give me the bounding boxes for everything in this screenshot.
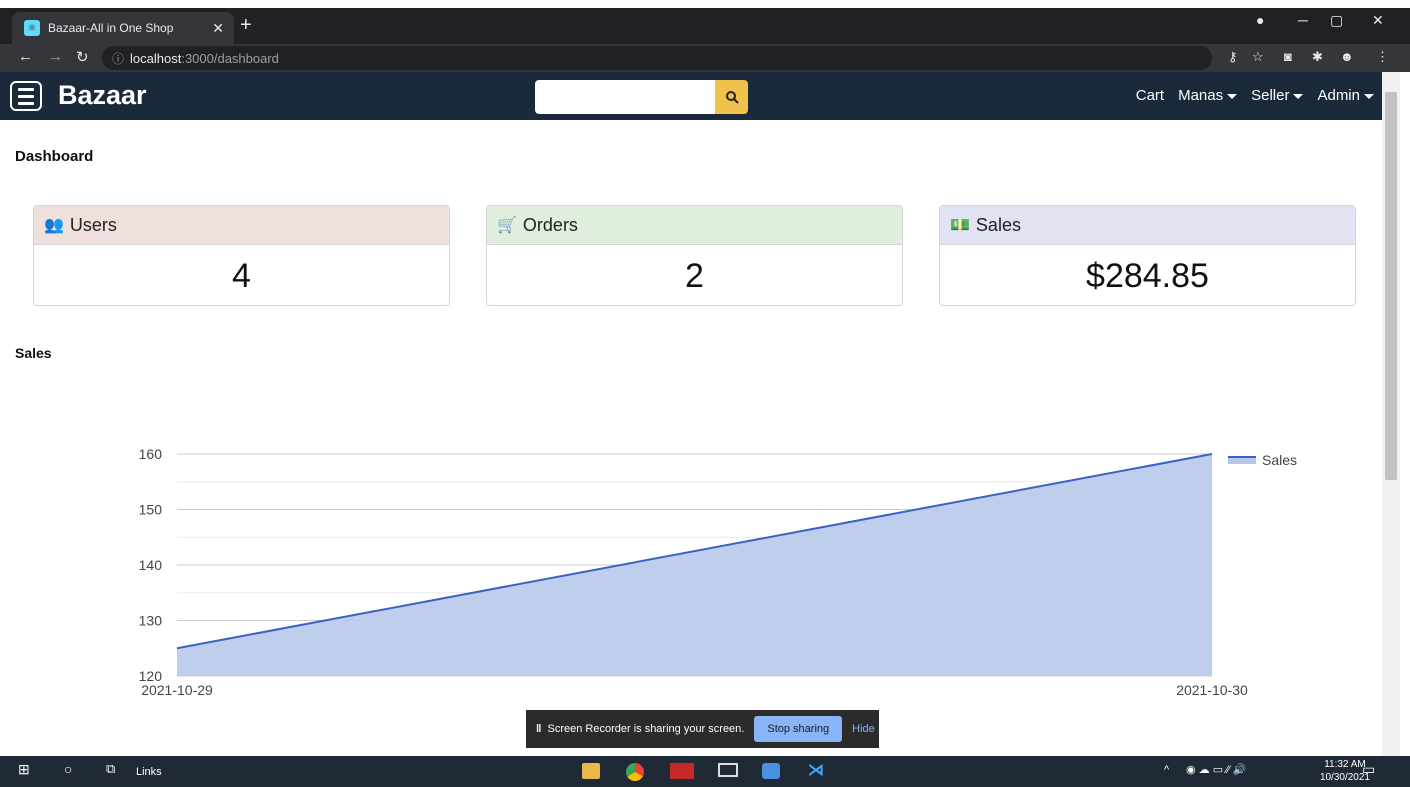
money-bill-icon: 💵: [950, 217, 970, 234]
windows-start-icon[interactable]: ⊞: [18, 761, 30, 778]
forward-icon[interactable]: →: [48, 48, 63, 65]
orders-card-label: Orders: [522, 214, 578, 235]
screen: ⚛ Bazaar-All in One Shop ✕ + ● ─ ▢ ✕ ← →…: [0, 0, 1410, 787]
app-icon[interactable]: [670, 763, 694, 779]
caret-down-icon: [1293, 93, 1304, 99]
nav-cart-link[interactable]: Cart: [1136, 87, 1164, 104]
avatar[interactable]: ☻: [1340, 49, 1354, 64]
hide-button[interactable]: Hide: [852, 723, 875, 735]
nav-admin-dropdown[interactable]: Admin: [1317, 87, 1374, 104]
stop-sharing-button[interactable]: Stop sharing: [754, 716, 843, 742]
url-field[interactable]: ⓘ localhost:3000/dashboard: [102, 46, 1212, 70]
vscode-icon[interactable]: ⋊: [808, 760, 824, 780]
address-bar: ← → ↻ ⓘ localhost:3000/dashboard ⚷ ☆ ◙ ✱…: [0, 44, 1410, 72]
y-tick-label: 160: [139, 446, 163, 462]
search-input[interactable]: [535, 80, 715, 114]
sales-card-label: Sales: [975, 214, 1021, 235]
share-text: Screen Recorder is sharing your screen.: [547, 723, 745, 735]
sales-chart: 1201301401501602021-10-29 2021-10-30Sales: [139, 446, 1297, 698]
brand-logo[interactable]: Bazaar: [58, 80, 147, 111]
caret-down-icon: [1364, 93, 1374, 99]
sales-section-title: Sales: [15, 345, 52, 361]
pause-icon: ‖: [536, 723, 542, 735]
nav-seller-dropdown[interactable]: Seller: [1251, 87, 1304, 104]
puzzle-icon[interactable]: ✱: [1312, 49, 1323, 65]
nav-seller-label: Seller: [1251, 87, 1290, 104]
key-icon[interactable]: ⚷: [1228, 49, 1238, 65]
tray-chevron-icon[interactable]: ^: [1164, 764, 1169, 776]
file-explorer-icon[interactable]: [582, 763, 600, 779]
url-path: :3000/dashboard: [181, 50, 279, 66]
scrollbar-thumb[interactable]: [1385, 92, 1397, 480]
url-host: localhost: [130, 50, 182, 66]
maximize-icon[interactable]: ▢: [1330, 12, 1343, 29]
windows-taskbar: ⊞ ○ ⧉ Links ⋊ ^ ◉ ☁ ▭ ⁄⁄ 🔊 11:32 AM 10/3…: [0, 756, 1410, 787]
y-tick-label: 140: [139, 557, 163, 573]
users-count: 4: [232, 257, 251, 295]
legend-label: Sales: [1262, 452, 1297, 468]
screen-share-notice: ‖ Screen Recorder is sharing your screen…: [526, 710, 879, 748]
links-toolbar[interactable]: Links: [136, 766, 162, 778]
shopping-cart-icon: 🛒: [497, 217, 517, 234]
sales-card-header: 💵 Sales: [940, 206, 1355, 245]
bookmark-star-icon[interactable]: ☆: [1252, 49, 1264, 65]
page-title: Dashboard: [15, 148, 94, 165]
close-window-icon[interactable]: ✕: [1372, 12, 1384, 29]
app-navbar: Bazaar Cart Manas Seller Admin: [0, 72, 1382, 120]
page-scrollbar[interactable]: [1382, 72, 1400, 756]
more-menu-icon[interactable]: ⋮: [1376, 49, 1389, 65]
close-tab-icon[interactable]: ✕: [212, 20, 224, 37]
y-tick-label: 150: [139, 502, 163, 518]
x-tick-label: 2021-10-30: [1176, 682, 1248, 698]
extension-icon[interactable]: ◙: [1284, 49, 1292, 64]
users-card-label: Users: [69, 214, 117, 235]
chrome-icon[interactable]: [626, 763, 644, 781]
info-icon: ⓘ: [112, 51, 125, 66]
task-view-icon[interactable]: ⧉: [106, 761, 115, 777]
nav-links: Cart Manas Seller Admin: [1136, 87, 1374, 104]
browser-tab[interactable]: ⚛ Bazaar-All in One Shop ✕: [12, 12, 234, 44]
tab-title: Bazaar-All in One Shop: [48, 21, 174, 35]
orders-card: 🛒 Orders 2: [486, 205, 903, 306]
sales-total: $284.85: [1086, 257, 1209, 295]
users-card: 👥 Users 4: [33, 205, 450, 306]
sales-card: 💵 Sales $284.85: [939, 205, 1356, 306]
profile-dropdown-icon[interactable]: ●: [1256, 12, 1264, 28]
search-button[interactable]: [715, 80, 748, 114]
y-tick-label: 130: [139, 613, 163, 629]
search-icon: [725, 91, 739, 104]
orders-card-header: 🛒 Orders: [487, 206, 902, 245]
notifications-icon[interactable]: ▭: [1362, 761, 1375, 778]
nav-admin-label: Admin: [1317, 87, 1360, 104]
back-icon[interactable]: ←: [18, 48, 33, 65]
caret-down-icon: [1227, 93, 1238, 99]
reload-icon[interactable]: ↻: [76, 48, 89, 66]
new-tab-icon[interactable]: +: [240, 14, 252, 37]
nav-user-dropdown[interactable]: Manas: [1178, 87, 1238, 104]
users-card-header: 👥 Users: [34, 206, 449, 245]
nav-user-label: Manas: [1178, 87, 1224, 104]
search-circle-icon[interactable]: ○: [64, 761, 72, 777]
minimize-icon[interactable]: ─: [1298, 12, 1308, 28]
terminal-icon[interactable]: [718, 763, 738, 777]
browser-tab-bar: ⚛ Bazaar-All in One Shop ✕ + ● ─ ▢ ✕: [0, 8, 1410, 44]
hamburger-menu-icon[interactable]: [10, 81, 42, 111]
orders-count: 2: [685, 257, 704, 295]
tray-icons[interactable]: ◉ ☁ ▭ ⁄⁄ 🔊: [1186, 763, 1247, 776]
screen-recorder-icon[interactable]: [762, 763, 780, 779]
x-tick-label: 2021-10-29: [141, 682, 213, 698]
react-favicon-icon: ⚛: [24, 20, 40, 36]
users-icon: 👥: [44, 217, 64, 234]
